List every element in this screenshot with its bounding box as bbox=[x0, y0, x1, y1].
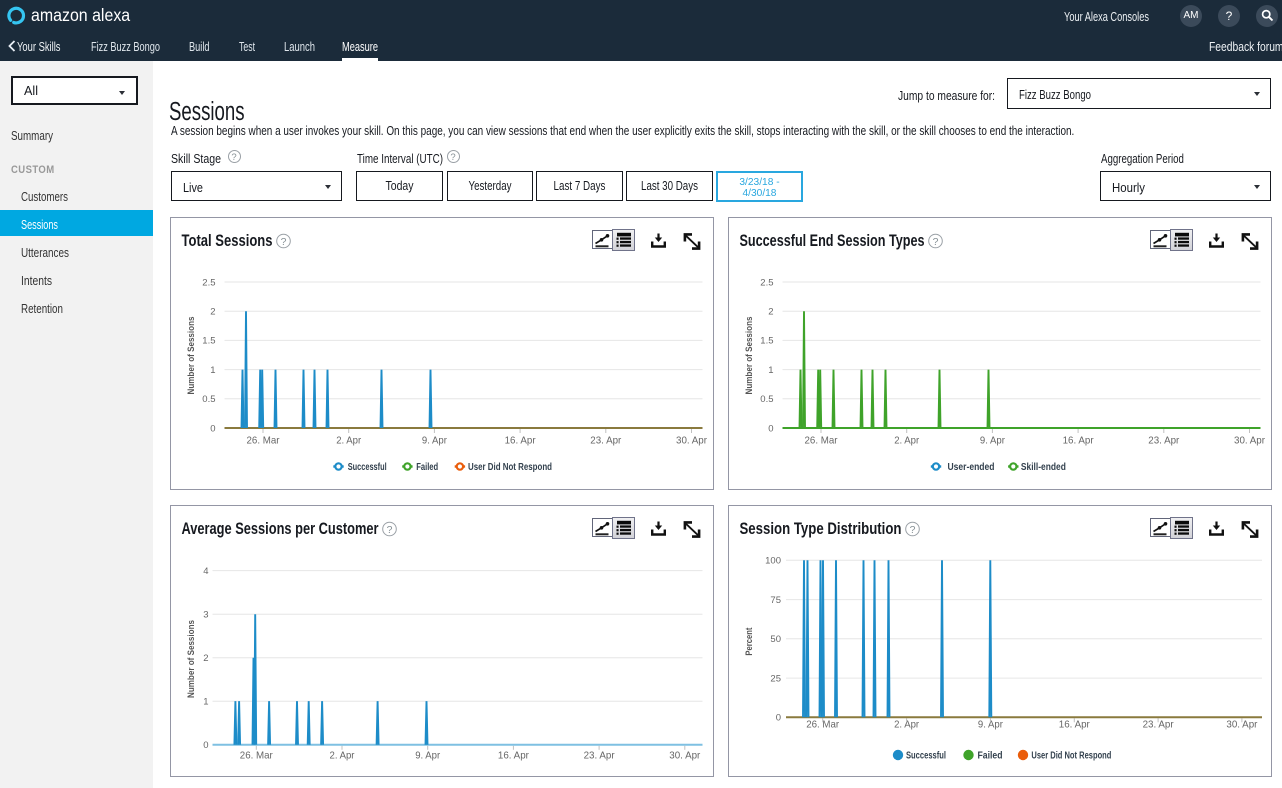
svg-text:Number of Sessions: Number of Sessions bbox=[744, 317, 755, 395]
svg-text:Average Sessions per Customer: Average Sessions per Customer bbox=[182, 520, 379, 538]
svg-text:Skill-ended: Skill-ended bbox=[1021, 461, 1066, 473]
svg-text:1: 1 bbox=[203, 697, 208, 708]
svg-text:1: 1 bbox=[210, 365, 215, 376]
svg-text:9. Apr: 9. Apr bbox=[415, 750, 440, 762]
svg-text:?: ? bbox=[933, 236, 939, 248]
svg-text:16. Apr: 16. Apr bbox=[505, 435, 536, 447]
svg-text:Percent: Percent bbox=[744, 627, 755, 656]
svg-text:0: 0 bbox=[210, 423, 215, 434]
svg-text:2. Apr: 2. Apr bbox=[336, 435, 361, 447]
svg-text:1.5: 1.5 bbox=[202, 336, 215, 347]
svg-text:Successful: Successful bbox=[906, 750, 946, 762]
svg-text:3: 3 bbox=[203, 609, 208, 620]
svg-text:30. Apr: 30. Apr bbox=[1234, 435, 1265, 447]
svg-text:23. Apr: 23. Apr bbox=[584, 750, 615, 762]
svg-text:2.5: 2.5 bbox=[760, 277, 773, 288]
svg-text:1.5: 1.5 bbox=[760, 336, 773, 347]
svg-text:26. Mar: 26. Mar bbox=[240, 750, 273, 762]
svg-text:User-ended: User-ended bbox=[948, 461, 995, 473]
svg-text:9. Apr: 9. Apr bbox=[422, 435, 447, 447]
svg-text:0: 0 bbox=[203, 740, 208, 751]
svg-text:Successful End Session Types: Successful End Session Types bbox=[740, 232, 925, 250]
svg-text:4: 4 bbox=[203, 566, 208, 577]
svg-text:Failed: Failed bbox=[416, 461, 438, 473]
svg-text:1: 1 bbox=[768, 365, 773, 376]
svg-text:Number of Sessions: Number of Sessions bbox=[186, 620, 197, 698]
svg-text:?: ? bbox=[281, 236, 287, 248]
svg-text:0: 0 bbox=[768, 423, 773, 434]
svg-text:Total Sessions: Total Sessions bbox=[182, 232, 273, 250]
svg-text:75: 75 bbox=[770, 595, 781, 606]
svg-text:50: 50 bbox=[770, 634, 781, 645]
svg-text:2: 2 bbox=[203, 653, 208, 664]
svg-text:2. Apr: 2. Apr bbox=[894, 435, 919, 447]
svg-text:Session Type Distribution: Session Type Distribution bbox=[740, 520, 902, 538]
svg-text:23. Apr: 23. Apr bbox=[1148, 435, 1179, 447]
svg-text:2: 2 bbox=[210, 307, 215, 318]
svg-text:30. Apr: 30. Apr bbox=[676, 435, 707, 447]
svg-text:30. Apr: 30. Apr bbox=[669, 750, 700, 762]
svg-text:23. Apr: 23. Apr bbox=[590, 435, 621, 447]
svg-text:26. Mar: 26. Mar bbox=[247, 435, 280, 447]
svg-text:2. Apr: 2. Apr bbox=[330, 750, 355, 762]
svg-text:User Did Not Respond: User Did Not Respond bbox=[1031, 750, 1111, 762]
svg-text:2: 2 bbox=[768, 307, 773, 318]
svg-text:0.5: 0.5 bbox=[202, 394, 215, 405]
svg-text:?: ? bbox=[910, 524, 916, 536]
svg-text:0: 0 bbox=[776, 713, 781, 724]
svg-text:User Did Not Respond: User Did Not Respond bbox=[468, 461, 552, 473]
svg-text:?: ? bbox=[387, 524, 393, 536]
svg-text:Failed: Failed bbox=[978, 750, 1003, 762]
svg-text:16. Apr: 16. Apr bbox=[498, 750, 529, 762]
svg-text:25: 25 bbox=[770, 673, 781, 684]
svg-text:9. Apr: 9. Apr bbox=[980, 435, 1005, 447]
svg-text:100: 100 bbox=[765, 556, 781, 567]
svg-text:26. Mar: 26. Mar bbox=[805, 435, 838, 447]
svg-text:Successful: Successful bbox=[348, 461, 387, 473]
svg-text:2.5: 2.5 bbox=[202, 277, 215, 288]
svg-text:0.5: 0.5 bbox=[760, 394, 773, 405]
svg-text:Number of Sessions: Number of Sessions bbox=[186, 317, 197, 395]
svg-text:16. Apr: 16. Apr bbox=[1063, 435, 1094, 447]
